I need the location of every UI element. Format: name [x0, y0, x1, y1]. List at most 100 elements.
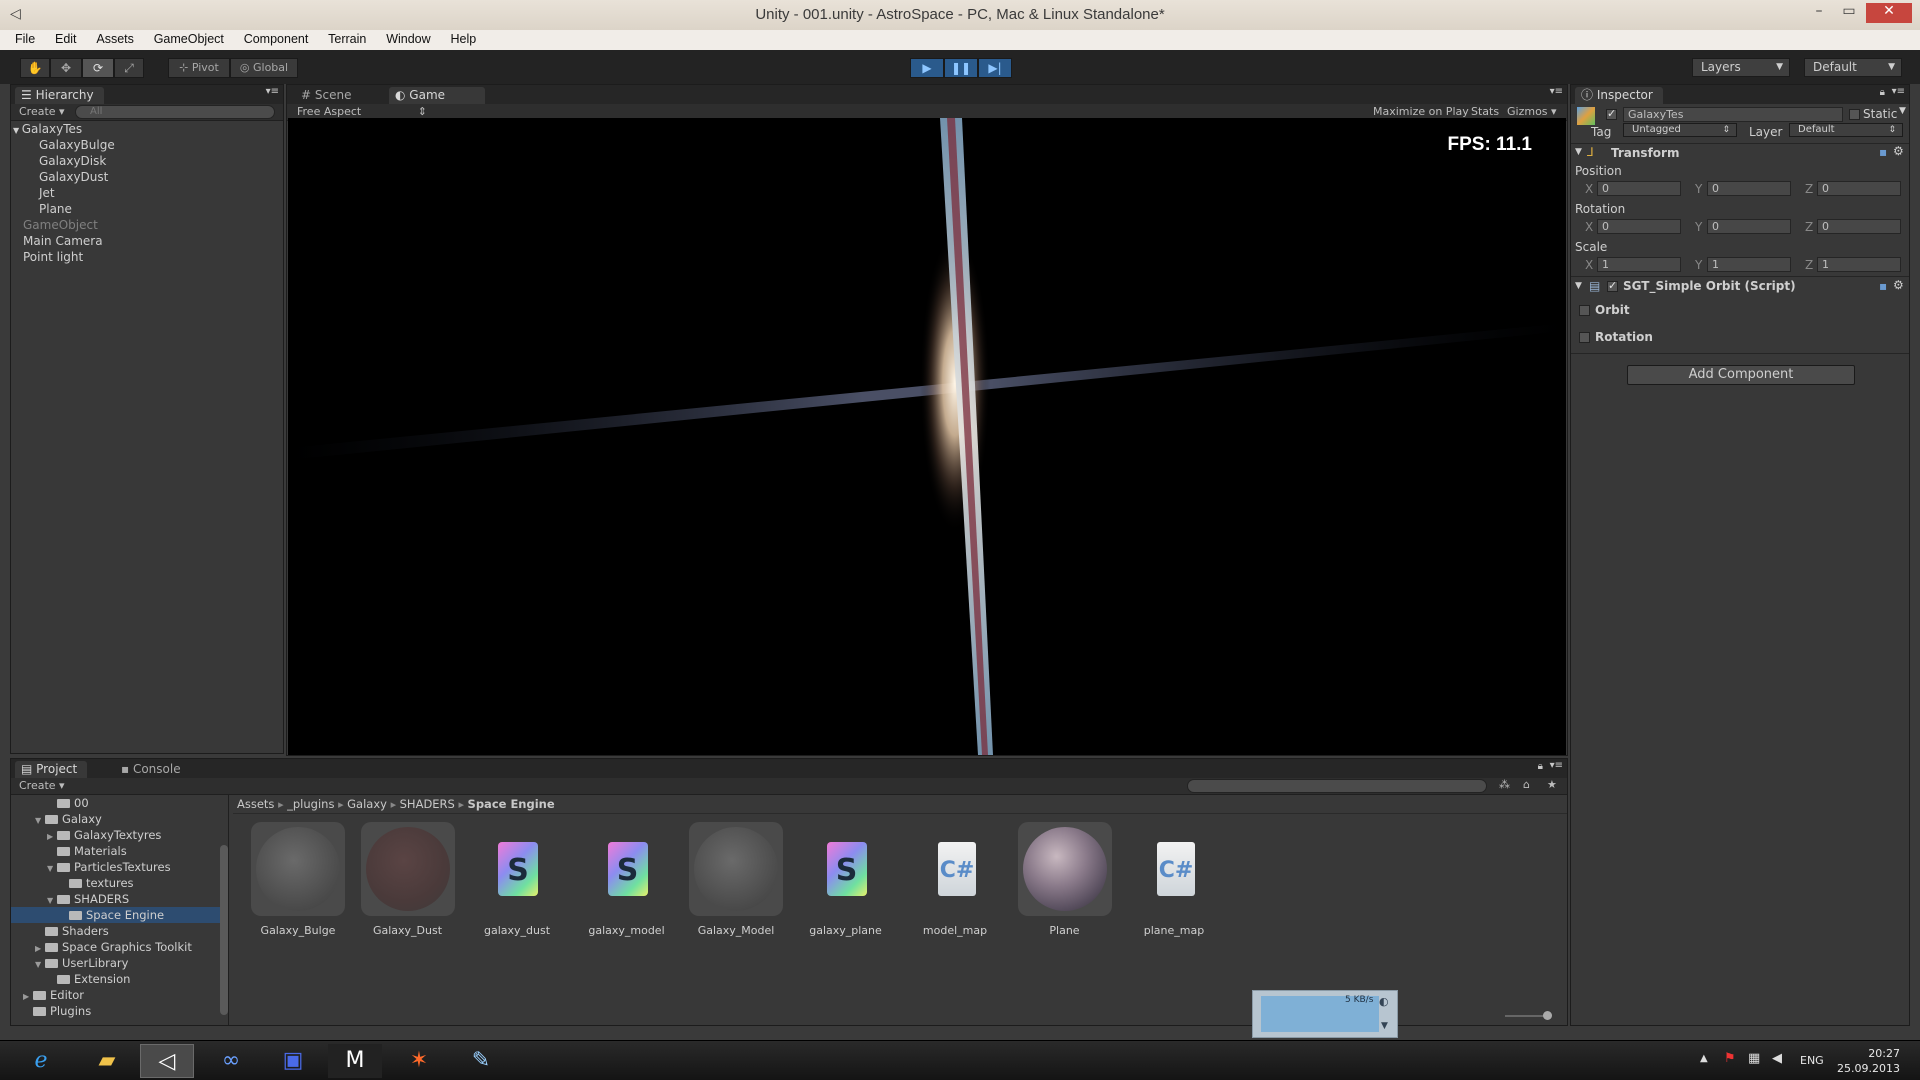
menu-help[interactable]: Help — [443, 30, 485, 48]
tag-dropdown[interactable]: Untagged ⇕ — [1623, 123, 1737, 137]
position-z-field[interactable]: 0 — [1817, 181, 1901, 196]
infinity-app-icon[interactable]: ∞ — [204, 1044, 258, 1078]
tab-hierarchy[interactable]: ☰ Hierarchy — [15, 87, 104, 104]
project-tree-item[interactable]: ▼ ParticlesTextures — [47, 859, 171, 875]
project-tree-item[interactable]: textures — [59, 875, 134, 891]
foldout-arrow-icon[interactable]: ▼ — [35, 813, 45, 829]
active-checkbox[interactable] — [1606, 107, 1617, 120]
project-tree-item[interactable]: ▼ Galaxy — [35, 811, 102, 827]
panel-menu-icon[interactable]: ▾≡ — [1550, 760, 1563, 771]
layout-dropdown[interactable]: Default ▼ — [1804, 58, 1902, 77]
project-tree-item[interactable]: ▶ Editor — [23, 987, 84, 1003]
tray-expand-icon[interactable]: ▲ — [1700, 1053, 1708, 1064]
project-create-button[interactable]: Create ▾ — [19, 779, 65, 792]
menu-edit[interactable]: Edit — [47, 30, 85, 48]
panel-menu-icon[interactable]: ▾≡ — [1892, 86, 1905, 97]
breadcrumb-shaders[interactable]: SHADERS — [400, 797, 455, 811]
position-x-field[interactable]: 0 — [1597, 181, 1681, 196]
hierarchy-item[interactable]: Main Camera — [11, 233, 103, 249]
slider-handle[interactable] — [1543, 1011, 1552, 1020]
play-button[interactable]: ▶ — [910, 58, 944, 78]
lock-icon[interactable]: 🔒︎ — [1538, 761, 1543, 772]
foldout-arrow-icon[interactable]: ▼ — [1575, 281, 1582, 291]
foldout-arrow-icon[interactable]: ▼ — [13, 126, 22, 135]
asset-item[interactable]: Galaxy_Bulge — [248, 822, 348, 937]
menu-terrain[interactable]: Terrain — [320, 30, 374, 48]
step-button[interactable]: ▶| — [978, 58, 1012, 78]
orbit-checkbox[interactable] — [1579, 305, 1590, 316]
asset-item[interactable]: Sgalaxy_plane — [796, 822, 896, 937]
maximize-icon[interactable]: ▭ — [1834, 3, 1864, 23]
project-tree-item[interactable]: 00 — [47, 795, 89, 811]
menu-file[interactable]: File — [0, 30, 43, 48]
scale-z-field[interactable]: 1 — [1817, 257, 1901, 272]
help-book-icon[interactable]: ▪ — [1879, 145, 1887, 159]
help-book-icon[interactable]: ▪ — [1879, 279, 1887, 293]
asset-item[interactable]: C# plane_map — [1124, 822, 1224, 937]
project-tree-item[interactable]: ▶ GalaxyTextyres — [47, 827, 161, 843]
tray-clock[interactable]: 20:27 25.09.2013 — [1837, 1046, 1900, 1076]
tray-volume-icon[interactable]: ◀ — [1772, 1051, 1782, 1066]
tray-language[interactable]: ENG — [1800, 1054, 1824, 1067]
script-enabled-checkbox[interactable] — [1607, 279, 1618, 292]
project-tree-item[interactable]: Materials — [47, 843, 127, 859]
maximize-on-play-toggle[interactable]: Maximize on Play — [1373, 105, 1469, 118]
project-tree-item[interactable]: ▼ UserLibrary — [35, 955, 128, 971]
panel-menu-icon[interactable]: ▾≡ — [1550, 86, 1563, 97]
paint-app-icon[interactable]: ✎ — [454, 1044, 508, 1078]
tab-project[interactable]: ▤ Project — [15, 761, 88, 778]
asset-item[interactable]: Galaxy_Dust — [358, 822, 458, 937]
breadcrumb-assets[interactable]: Assets — [237, 797, 274, 811]
gizmos-dropdown[interactable]: Gizmos ▾ — [1507, 105, 1557, 118]
favorite-star-icon[interactable]: ★ — [1547, 778, 1557, 791]
hierarchy-item[interactable]: ▼ GalaxyTes — [11, 121, 83, 137]
tab-inspector[interactable]: ⓘ Inspector — [1575, 87, 1663, 104]
rotation-y-field[interactable]: 0 — [1707, 219, 1791, 234]
caret-down-icon[interactable]: ▼ — [1381, 1021, 1388, 1031]
breadcrumb-plugins[interactable]: _plugins — [287, 797, 334, 811]
save-disk-icon[interactable]: ▣ — [266, 1044, 320, 1078]
global-button[interactable]: ◎ Global — [230, 58, 298, 78]
close-icon[interactable]: ✕ — [1866, 3, 1912, 23]
project-tree-item[interactable]: ▼ SHADERS — [47, 891, 129, 907]
hierarchy-item[interactable]: Point light — [11, 249, 83, 265]
caret-down-icon[interactable]: ▼ — [1899, 106, 1906, 116]
move-tool-icon[interactable]: ✥ — [50, 58, 82, 78]
rotation-checkbox[interactable] — [1579, 332, 1590, 343]
hierarchy-item[interactable]: Plane — [11, 201, 72, 217]
hierarchy-item[interactable]: GameObject — [11, 217, 98, 233]
position-y-field[interactable]: 0 — [1707, 181, 1791, 196]
asset-item[interactable]: Sgalaxy_model — [577, 822, 677, 937]
foldout-arrow-icon[interactable]: ▼ — [1575, 147, 1582, 157]
asset-item[interactable]: Plane — [1015, 822, 1115, 937]
hierarchy-item[interactable]: GalaxyDust — [11, 169, 108, 185]
hierarchy-search-input[interactable]: All — [75, 105, 275, 119]
game-view-render[interactable]: FPS: 11.1 — [288, 118, 1566, 755]
tab-game[interactable]: ◐ Game — [389, 87, 485, 104]
component-gear-icon[interactable]: ⚙ — [1893, 144, 1904, 158]
network-icon[interactable]: ◐ — [1379, 995, 1389, 1008]
menu-window[interactable]: Window — [378, 30, 438, 48]
static-checkbox[interactable] — [1849, 109, 1860, 120]
menu-component[interactable]: Component — [236, 30, 317, 48]
asset-item[interactable]: Sgalaxy_dust — [467, 822, 567, 937]
pivot-button[interactable]: ⊹ Pivot — [168, 58, 230, 78]
scale-tool-icon[interactable]: ⤢ — [114, 58, 144, 78]
component-gear-icon[interactable]: ⚙ — [1893, 278, 1904, 292]
filter-label-icon[interactable]: ⌂ — [1523, 778, 1530, 791]
hierarchy-create-button[interactable]: Create ▾ — [19, 105, 65, 118]
pause-button[interactable]: ❚❚ — [944, 58, 978, 78]
mail-app-icon[interactable]: M — [328, 1044, 382, 1078]
tray-flag-icon[interactable]: ⚑ — [1724, 1051, 1736, 1066]
tab-console[interactable]: ▪ Console — [115, 761, 191, 778]
rotation-x-field[interactable]: 0 — [1597, 219, 1681, 234]
aspect-dropdown[interactable]: Free Aspect ⇕ — [297, 105, 427, 118]
project-search-input[interactable] — [1187, 779, 1487, 793]
asset-item[interactable]: Galaxy_Model — [686, 822, 786, 937]
filter-type-icon[interactable]: ⁂ — [1499, 778, 1510, 791]
scale-y-field[interactable]: 1 — [1707, 257, 1791, 272]
foldout-arrow-icon[interactable]: ▼ — [35, 957, 45, 973]
rotation-z-field[interactable]: 0 — [1817, 219, 1901, 234]
breadcrumb-space-engine[interactable]: Space Engine — [468, 797, 555, 811]
asset-item[interactable]: C# model_map — [905, 822, 1005, 937]
